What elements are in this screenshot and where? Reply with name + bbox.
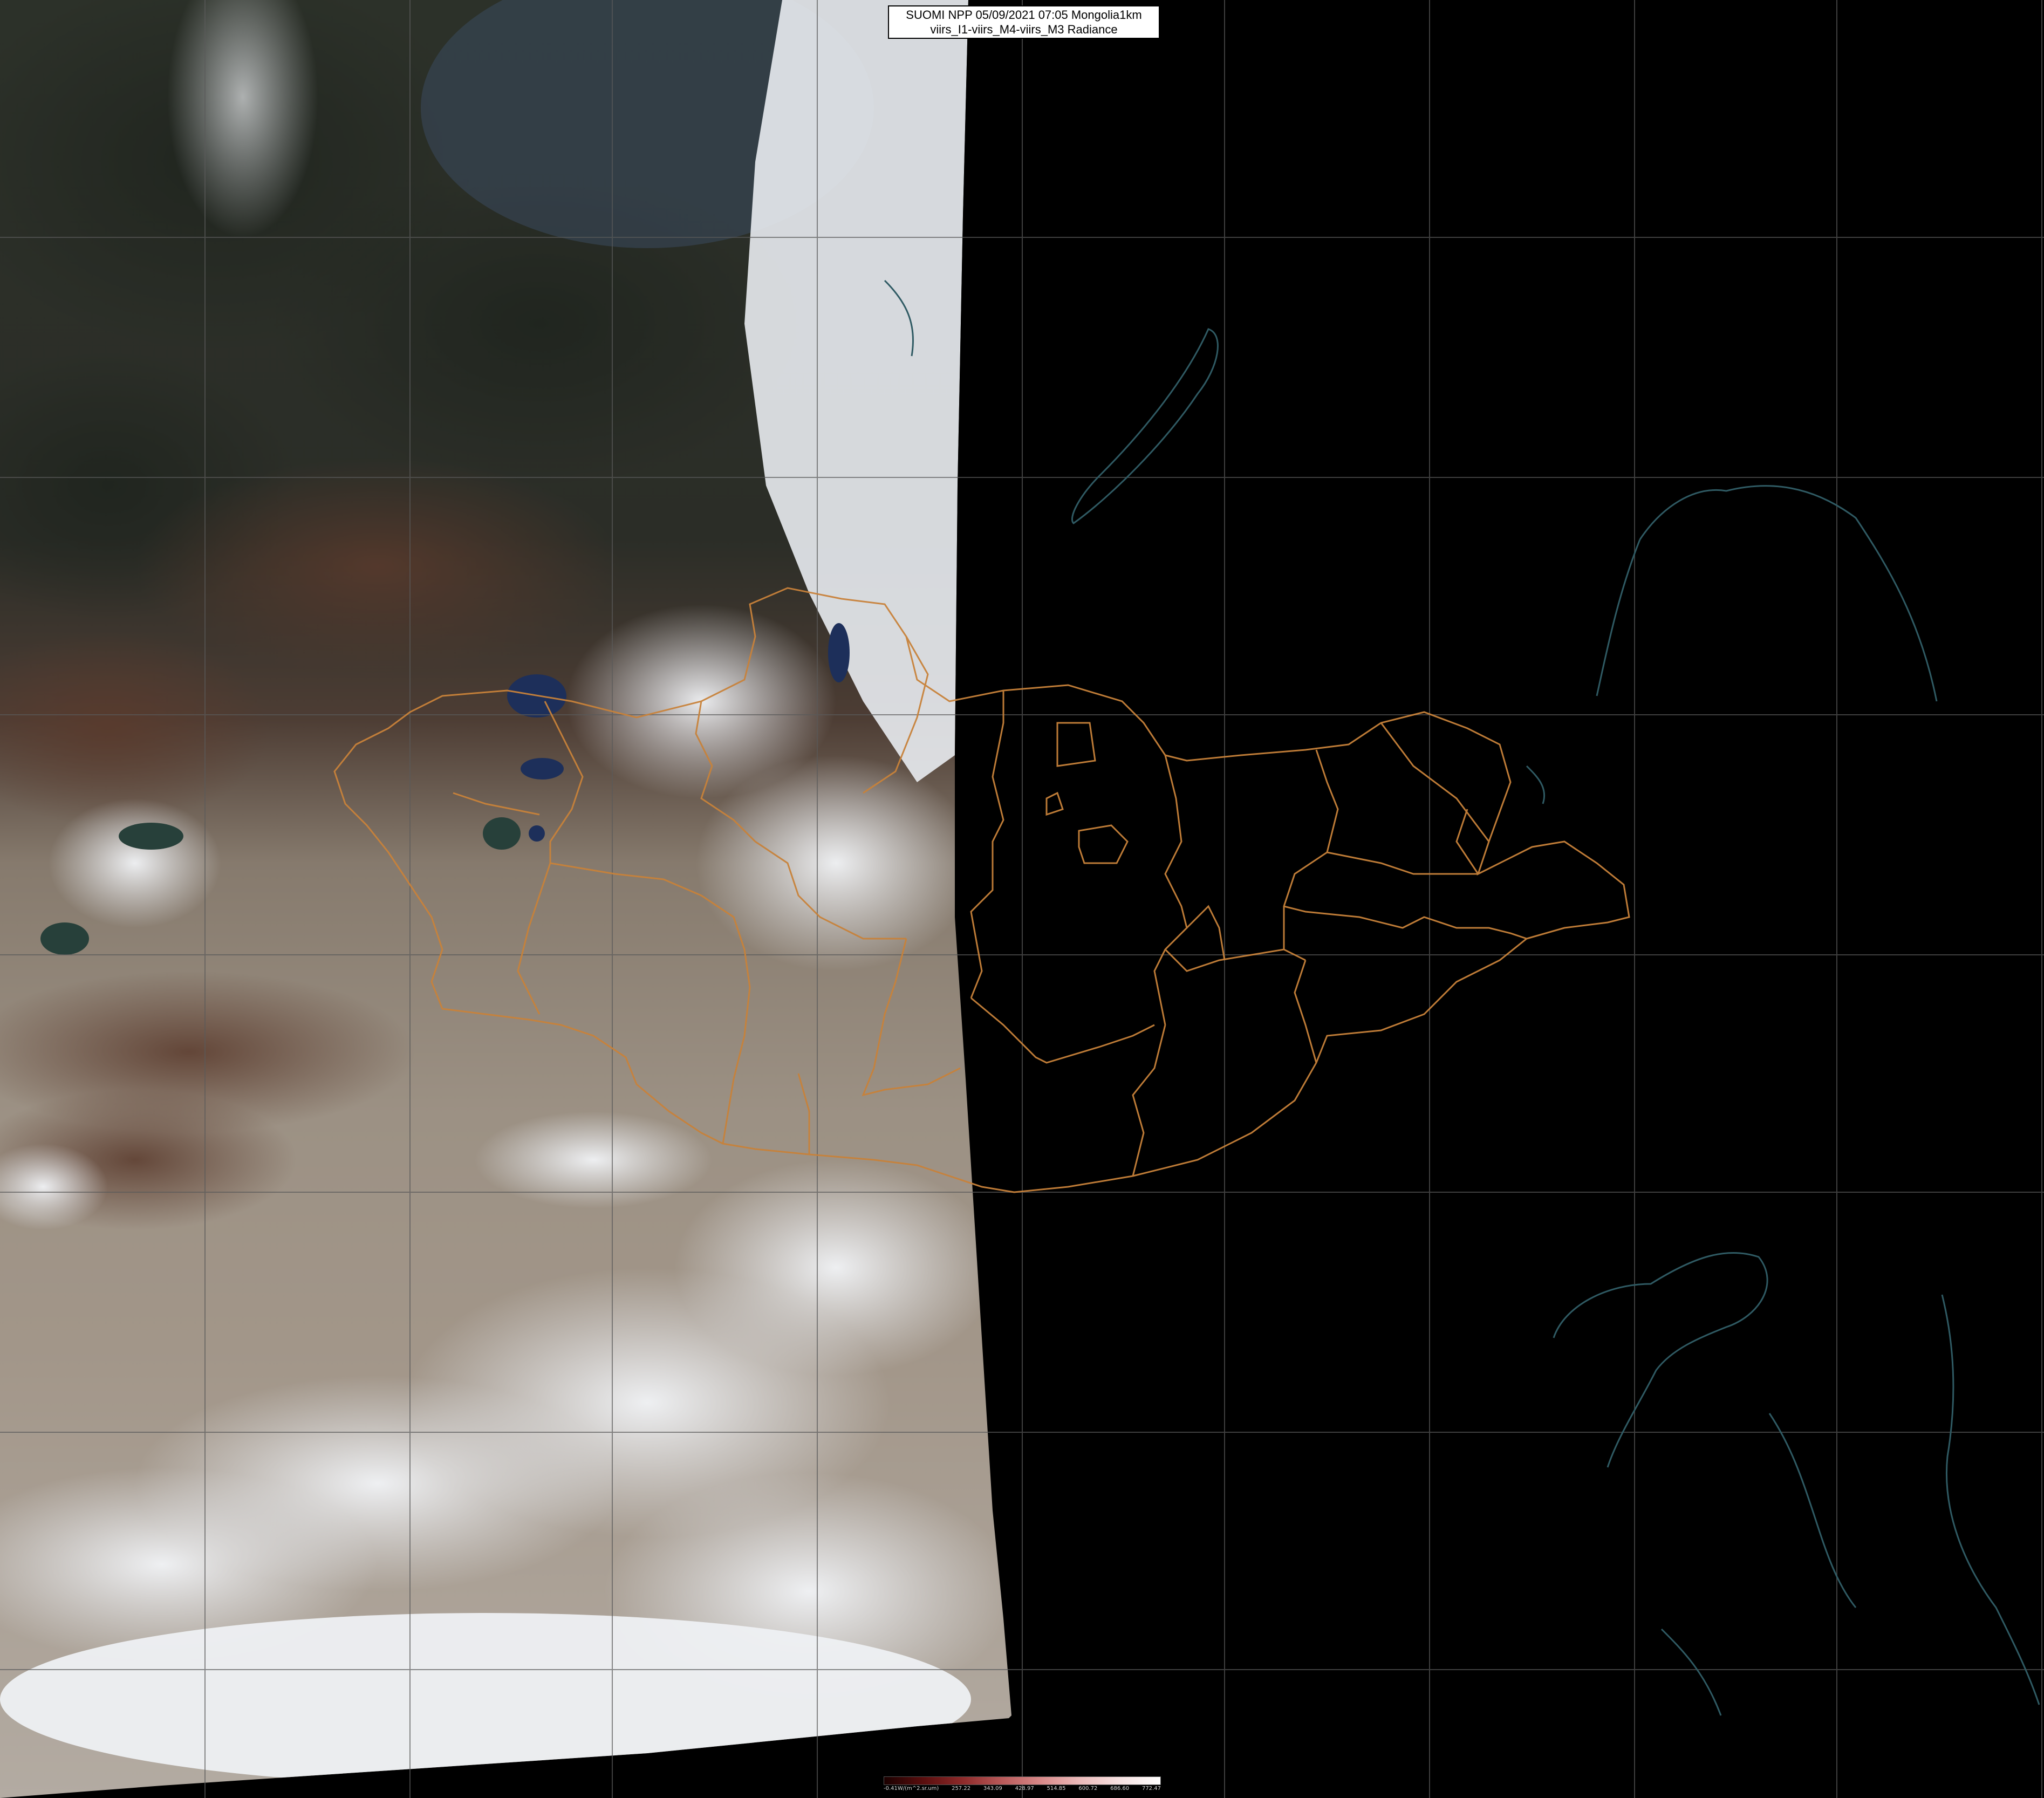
satellite-image-viewer: SUOMI NPP 05/09/2021 07:05 Mongolia1km v…: [0, 0, 2044, 1798]
colorbar-tick: 514.85: [1047, 1786, 1066, 1792]
colorbar-tick: 343.09: [983, 1786, 1002, 1792]
daylight-swath: [0, 0, 1011, 1798]
satellite-imagery: [0, 0, 2044, 1798]
colorbar-tick: 600.72: [1078, 1786, 1098, 1792]
colorbar-gradient: [884, 1776, 1161, 1785]
colorbar-ticks: -0.41W/(m^2.sr.um) 257.22 343.09 428.97 …: [884, 1786, 1161, 1793]
image-title-box: SUOMI NPP 05/09/2021 07:05 Mongolia1km v…: [888, 5, 1160, 39]
colorbar-tick: 772.47: [1141, 1786, 1161, 1792]
colorbar-tick: 257.22: [952, 1786, 971, 1792]
title-line-2: viirs_I1-viirs_M4-viirs_M3 Radiance: [930, 23, 1118, 36]
colorbar-tick: 428.97: [1015, 1786, 1034, 1792]
title-line-1: SUOMI NPP 05/09/2021 07:05 Mongolia1km: [906, 8, 1142, 22]
colorbar: -0.41W/(m^2.sr.um) 257.22 343.09 428.97 …: [884, 1776, 1161, 1793]
colorbar-tick: 686.60: [1110, 1786, 1130, 1792]
colorbar-unit-label: -0.41W/(m^2.sr.um): [884, 1786, 939, 1792]
